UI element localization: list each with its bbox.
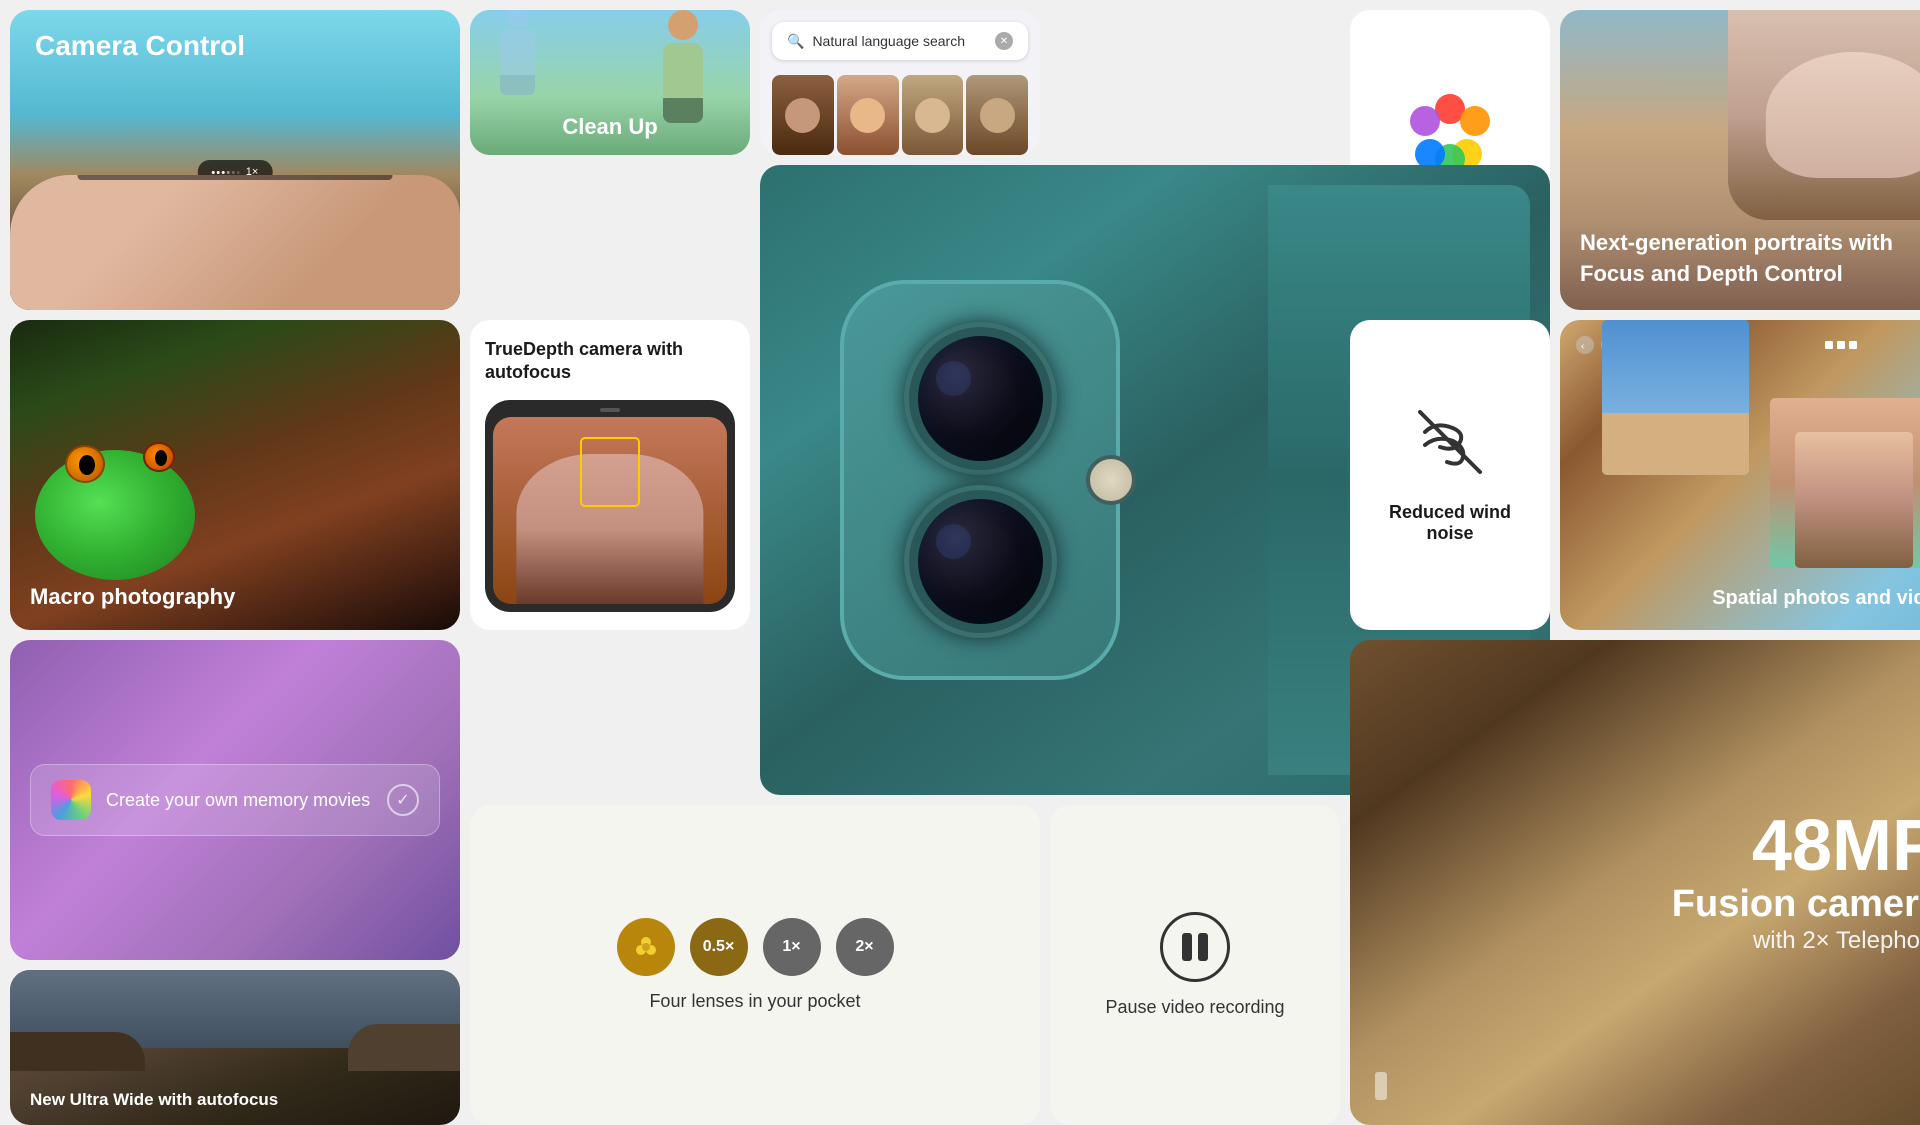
reduced-wind-label: Reduced wind noise bbox=[1375, 502, 1525, 544]
zoom-dots bbox=[212, 171, 240, 174]
macro-photography-card: Macro photography bbox=[10, 320, 460, 630]
lens-2x-label: 2× bbox=[855, 938, 873, 956]
photo-result-4 bbox=[966, 75, 1028, 155]
hand-visual bbox=[10, 175, 460, 310]
memory-check-button[interactable]: ✓ bbox=[387, 784, 419, 816]
camera-control-title: Camera Control bbox=[35, 30, 245, 62]
search-bar[interactable]: 🔍 Natural language search ✕ bbox=[772, 22, 1028, 60]
search-input-value[interactable]: Natural language search bbox=[812, 33, 987, 49]
fusion-mp-label: 48MP bbox=[1672, 810, 1920, 882]
portraits-label: Next-generation portraits with Focus and… bbox=[1580, 230, 1893, 286]
pause-video-card: Pause video recording bbox=[1050, 805, 1340, 1125]
fusion-name-label: Fusion camera bbox=[1672, 882, 1920, 928]
ghost-person bbox=[495, 10, 540, 95]
natural-search-card: 🔍 Natural language search ✕ bbox=[760, 10, 1040, 155]
petal-orange bbox=[1460, 106, 1490, 136]
truedepth-card: TrueDepth camera with autofocus bbox=[470, 320, 750, 630]
photos-app-icon bbox=[1410, 94, 1490, 174]
pause-bar-left bbox=[1182, 933, 1192, 961]
search-icon: 🔍 bbox=[787, 33, 804, 50]
siri-icon bbox=[51, 780, 91, 820]
phone-screen bbox=[493, 417, 727, 604]
pause-bar-right bbox=[1198, 933, 1208, 961]
phone-mockup bbox=[485, 400, 735, 612]
four-lenses-label: Four lenses in your pocket bbox=[649, 991, 860, 1012]
lens-bottom bbox=[908, 489, 1053, 634]
frog-visual bbox=[25, 380, 445, 580]
memory-movies-card: Create your own memory movies ✓ bbox=[10, 640, 460, 960]
portrait-photo bbox=[1770, 398, 1920, 569]
frog-eye-right bbox=[143, 442, 175, 472]
frog-pupil bbox=[79, 455, 95, 475]
lens-0-5x-button[interactable]: 0.5× bbox=[690, 918, 748, 976]
lens-1x-button[interactable]: 1× bbox=[763, 918, 821, 976]
photo-result-3 bbox=[902, 75, 964, 155]
search-clear-button[interactable]: ✕ bbox=[995, 32, 1013, 50]
person-visual bbox=[655, 10, 710, 120]
tiny-person bbox=[1375, 1072, 1387, 1100]
fusion-camera-card: 48MP Fusion camera with 2× Telephoto bbox=[1350, 640, 1920, 1125]
fusion-label-container: 48MP Fusion camera with 2× Telephoto bbox=[1672, 810, 1920, 956]
spatial-photos-card: ‹ ⚙ Spatial photos and videos bbox=[1560, 320, 1920, 630]
photo-result-1 bbox=[772, 75, 834, 155]
rock-left bbox=[10, 1032, 145, 1071]
svg-text:‹: ‹ bbox=[1581, 341, 1584, 352]
face-detection-box bbox=[580, 437, 640, 507]
wind-icon bbox=[1415, 407, 1485, 487]
lens-outer-ring bbox=[904, 322, 1057, 475]
pause-button[interactable] bbox=[1160, 912, 1230, 982]
ultra-wide-card: New Ultra Wide with autofocus bbox=[10, 970, 460, 1125]
clean-up-card: Clean Up bbox=[470, 10, 750, 155]
lens-2x-button[interactable]: 2× bbox=[836, 918, 894, 976]
wind-no-icon-svg bbox=[1415, 407, 1485, 477]
memory-input-container[interactable]: Create your own memory movies ✓ bbox=[30, 764, 440, 836]
petal-purple bbox=[1410, 106, 1440, 136]
pause-icon bbox=[1182, 933, 1208, 961]
lens-top bbox=[908, 326, 1053, 471]
four-lenses-card: 0.5× 1× 2× Four lenses in your pocket bbox=[470, 805, 1040, 1125]
fusion-sub-label: with 2× Telephoto bbox=[1672, 927, 1920, 955]
lens-0-5x-label: 0.5× bbox=[703, 938, 735, 956]
search-results bbox=[772, 75, 1028, 155]
camera-module bbox=[840, 280, 1120, 680]
camera-control-card: Camera Control 1× bbox=[10, 10, 460, 310]
frog-body bbox=[35, 450, 195, 580]
reduced-wind-card: Reduced wind noise bbox=[1350, 320, 1550, 630]
macro-photography-label: Macro photography bbox=[30, 584, 235, 610]
flash-module bbox=[1086, 455, 1136, 505]
flower-icon bbox=[631, 932, 661, 962]
ultra-wide-label: New Ultra Wide with autofocus bbox=[30, 1090, 278, 1110]
rock-right bbox=[348, 1024, 461, 1071]
lens-controls-row: 0.5× 1× 2× bbox=[617, 918, 894, 976]
portraits-label-container: Next-generation portraits with Focus and… bbox=[1580, 228, 1920, 290]
frog-eye bbox=[65, 445, 105, 483]
sky-photo bbox=[1602, 320, 1749, 475]
clean-up-title: Clean Up bbox=[562, 114, 657, 140]
macro-lens-icon[interactable] bbox=[617, 918, 675, 976]
next-gen-portraits-card: Next-generation portraits with Focus and… bbox=[1560, 10, 1920, 310]
portrait-person bbox=[1728, 10, 1920, 220]
back-button-icon: ‹ bbox=[1575, 335, 1595, 355]
spatial-photos-label: Spatial photos and videos bbox=[1712, 587, 1920, 610]
photo-result-2 bbox=[837, 75, 899, 155]
truedepth-title: TrueDepth camera with autofocus bbox=[485, 338, 735, 385]
memory-input-text[interactable]: Create your own memory movies bbox=[106, 790, 372, 811]
video-controls bbox=[1825, 341, 1857, 349]
pause-video-label: Pause video recording bbox=[1105, 997, 1284, 1018]
lens-outer-ring-2 bbox=[904, 485, 1057, 638]
lens-1x-label: 1× bbox=[782, 938, 800, 956]
